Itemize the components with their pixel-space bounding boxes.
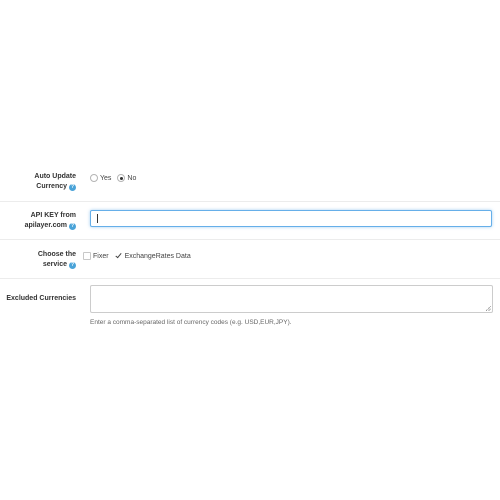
auto-update-radio-group: Yes No [90,174,142,182]
auto-update-row: Auto Update Currency? Yes No [0,163,500,201]
service-fixer-label: Fixer [93,252,109,260]
auto-update-no-radio[interactable] [117,174,126,182]
excluded-currencies-help-text: Enter a comma-separated list of currency… [90,319,292,326]
question-circle-icon[interactable]: ? [69,262,76,269]
service-exchangerates-checkbox[interactable] [114,252,123,260]
service-label-line1: Choose the [37,251,76,258]
api-key-label: API KEY from apilayer.com? [0,211,76,231]
auto-update-label-line2: Currency [36,183,67,190]
auto-update-label: Auto Update Currency? [0,172,76,192]
excluded-currencies-label: Excluded Currencies [6,295,76,302]
settings-form: Auto Update Currency? Yes No API KEY fro… [0,163,500,369]
api-key-label-line2: apilayer.com [24,222,67,229]
api-key-label-line1: API KEY from [30,212,76,219]
service-fixer-checkbox[interactable] [83,252,91,260]
auto-update-label-line1: Auto Update [34,173,76,180]
service-fixer-option[interactable]: Fixer [83,252,109,260]
excluded-currencies-textarea[interactable] [90,285,493,313]
question-circle-icon[interactable]: ? [69,223,76,230]
auto-update-yes-label: Yes [100,174,112,182]
service-exchangerates-label: ExchangeRates Data [124,252,191,260]
service-row: Choose the service? Fixer ExchangeRates … [0,239,500,278]
auto-update-no-label: No [127,174,137,182]
service-checkbox-group: Fixer ExchangeRates Data [83,252,197,260]
auto-update-yes-radio[interactable] [90,174,98,182]
resize-grip-icon[interactable] [486,306,491,311]
excluded-currencies-row: Excluded Currencies Enter a comma-separa… [0,278,500,369]
api-key-input[interactable] [90,210,492,227]
service-label-line2: service [42,261,67,268]
service-exchangerates-option[interactable]: ExchangeRates Data [114,252,191,260]
api-key-row: API KEY from apilayer.com? [0,201,500,239]
auto-update-no-option[interactable]: No [117,174,136,182]
service-label: Choose the service? [0,250,76,270]
question-circle-icon[interactable]: ? [69,184,76,191]
text-caret [97,214,98,223]
auto-update-yes-option[interactable]: Yes [90,174,111,182]
